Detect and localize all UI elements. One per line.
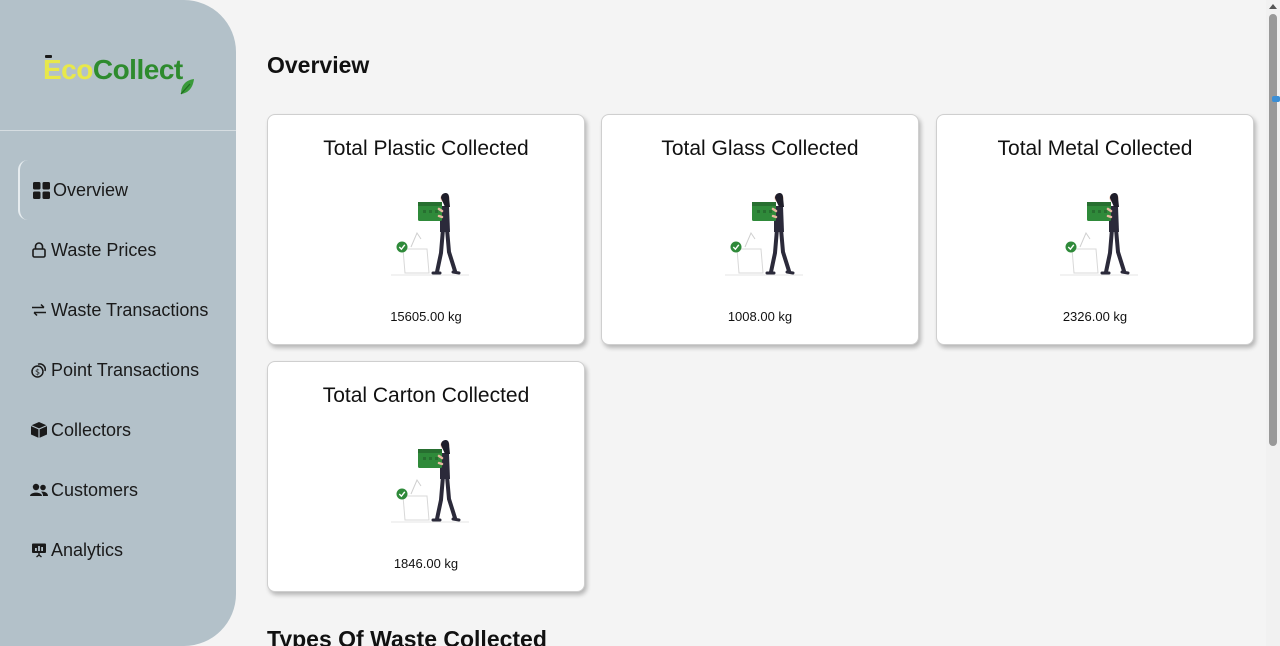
- sidebar-item-label: Waste Prices: [51, 239, 157, 260]
- page-title: Overview: [267, 52, 370, 78]
- lock-icon: [29, 240, 49, 260]
- sidebar-item-point-transactions[interactable]: $ Point Transactions: [18, 340, 236, 400]
- logo-eco-text: Eco: [43, 54, 93, 85]
- card-title: Total Carton Collected: [322, 384, 530, 407]
- swap-arrows-icon: [29, 300, 49, 320]
- sidebar-item-collectors[interactable]: Collectors: [18, 400, 236, 460]
- sidebar-item-label: Customers: [51, 479, 139, 500]
- section-title: Types Of Waste Collected: [267, 626, 547, 646]
- sidebar: EcoCollect Overview Waste Prices Waste T…: [0, 0, 236, 646]
- scroll-marker: [1272, 96, 1280, 102]
- leaf-icon: [180, 79, 194, 95]
- sidebar-item-overview[interactable]: Overview: [18, 160, 236, 220]
- sidebar-item-label: Collectors: [51, 419, 132, 440]
- card-title: Total Metal Collected: [997, 137, 1193, 160]
- main-content: Overview Total Plastic Collected 15605.0…: [267, 0, 1257, 646]
- sidebar-item-label: Point Transactions: [51, 359, 200, 380]
- coins-icon: $: [29, 360, 49, 380]
- people-icon: [29, 480, 49, 500]
- card-value: 1008.00 kg: [727, 309, 793, 324]
- card-total-glass: Total Glass Collected 1008.00 kg: [601, 114, 919, 345]
- card-value: 15605.00 kg: [390, 309, 462, 324]
- collector-illustration: [1058, 190, 1140, 277]
- collector-illustration: [389, 190, 471, 277]
- sidebar-item-analytics[interactable]: Analytics: [18, 520, 236, 580]
- sidebar-item-waste-transactions[interactable]: Waste Transactions: [18, 280, 236, 340]
- grid-icon: [31, 180, 51, 200]
- card-value: 2326.00 kg: [1062, 309, 1128, 324]
- collector-illustration: [723, 190, 805, 277]
- logo-collect-text: Collect: [92, 54, 183, 85]
- svg-text:$: $: [35, 368, 40, 377]
- card-title: Total Glass Collected: [661, 137, 859, 160]
- sidebar-item-waste-prices[interactable]: Waste Prices: [18, 220, 236, 280]
- sidebar-item-label: Waste Transactions: [51, 299, 209, 320]
- app-logo[interactable]: EcoCollect: [43, 54, 203, 95]
- box-icon: [29, 420, 49, 440]
- scroll-up-arrow-icon[interactable]: [1269, 4, 1277, 9]
- card-total-plastic: Total Plastic Collected 15605.00 kg: [267, 114, 585, 345]
- card-value: 1846.00 kg: [393, 556, 459, 571]
- bin-lid-icon: [45, 55, 52, 58]
- sidebar-divider: [0, 130, 236, 131]
- collector-illustration: [389, 437, 471, 524]
- sidebar-item-label: Analytics: [51, 539, 124, 560]
- scrollbar-thumb[interactable]: [1269, 14, 1277, 446]
- card-total-carton: Total Carton Collected 1846.00 kg: [267, 361, 585, 592]
- page-scrollbar[interactable]: [1266, 0, 1280, 646]
- card-total-metal: Total Metal Collected 2326.00 kg: [936, 114, 1254, 345]
- sidebar-item-label: Overview: [53, 179, 129, 200]
- card-title: Total Plastic Collected: [323, 137, 529, 160]
- sidebar-item-customers[interactable]: Customers: [18, 460, 236, 520]
- presentation-chart-icon: [29, 540, 49, 560]
